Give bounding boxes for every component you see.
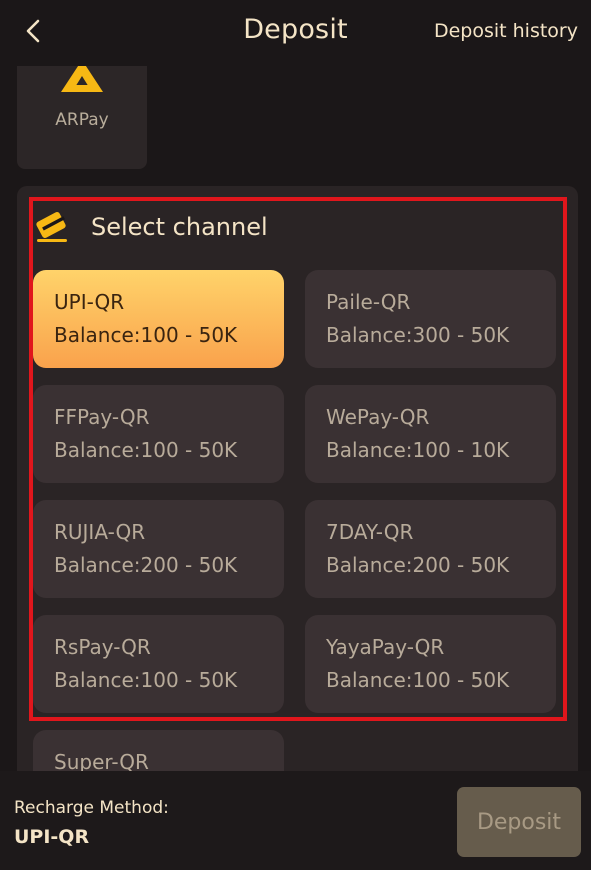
channel-balance: Balance:100 - 50K [326,668,510,692]
recharge-method-value: UPI-QR [14,826,90,848]
bottom-bar: Recharge Method: UPI-QR Deposit [0,771,591,870]
channel-balance: Balance:100 - 50K [54,323,238,347]
card-icon [36,212,67,242]
channel-name: FFPay-QR [54,405,150,429]
channel-balance: Balance:100 - 50K [54,438,238,462]
back-button[interactable] [18,14,48,48]
chevron-left-icon [26,19,40,43]
channel-balance: Balance:100 - 10K [326,438,510,462]
channel-card[interactable]: YayaPay-QR Balance:100 - 50K [305,615,556,713]
channel-balance: Balance:100 - 50K [54,668,238,692]
channel-card[interactable]: FFPay-QR Balance:100 - 50K [33,385,284,483]
recharge-method-label: Recharge Method: [14,798,169,818]
channel-name: UPI-QR [54,290,125,314]
channel-balance: Balance:200 - 50K [54,553,238,577]
deposit-button[interactable]: Deposit [457,787,581,857]
deposit-history-link[interactable]: Deposit history [434,20,578,42]
channel-name: 7DAY-QR [326,520,414,544]
channel-card[interactable]: RUJIA-QR Balance:200 - 50K [33,500,284,598]
channel-balance: Balance:300 - 50K [326,323,510,347]
channel-section-header: Select channel [35,210,268,244]
channel-card[interactable]: WePay-QR Balance:100 - 10K [305,385,556,483]
channel-name: Paile-QR [326,290,411,314]
header: Deposit Deposit history [0,0,591,66]
channel-name: RUJIA-QR [54,520,146,544]
channel-name: YayaPay-QR [326,635,445,659]
payment-method-label: ARPay [55,110,109,130]
select-channel-title: Select channel [91,213,268,241]
channel-card[interactable]: Paile-QR Balance:300 - 50K [305,270,556,368]
channel-card[interactable]: UPI-QR Balance:100 - 50K [33,270,284,368]
channel-balance: Balance:200 - 50K [326,553,510,577]
channel-name: RsPay-QR [54,635,151,659]
channel-card[interactable]: 7DAY-QR Balance:200 - 50K [305,500,556,598]
channel-card[interactable]: RsPay-QR Balance:100 - 50K [33,615,284,713]
channel-name: WePay-QR [326,405,430,429]
